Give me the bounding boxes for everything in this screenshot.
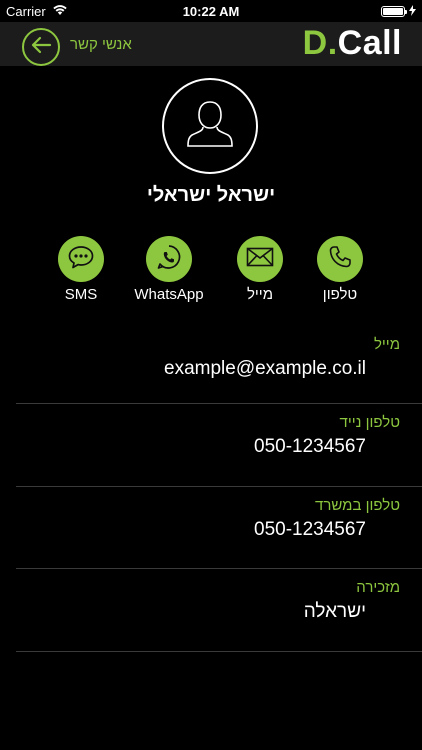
brand-logo: D.Call: [303, 24, 402, 63]
field-label: טלפון נייד: [339, 414, 401, 431]
field-mobile-phone[interactable]: טלפון נייד 050-1234567: [16, 414, 422, 474]
avatar: [162, 78, 258, 174]
status-time: 10:22 AM: [182, 4, 240, 19]
field-value[interactable]: 050-1234567: [254, 519, 366, 541]
status-right: [381, 4, 416, 19]
field-value[interactable]: example@example.co.il: [164, 358, 366, 380]
sms-icon: [67, 244, 95, 275]
divider: [16, 651, 422, 652]
field-email[interactable]: מייל example@example.co.il: [16, 336, 422, 396]
call-button[interactable]: [317, 236, 363, 282]
back-label[interactable]: אנשי קשר: [70, 36, 132, 53]
battery-icon: [381, 6, 407, 17]
whatsapp-action[interactable]: WhatsApp: [124, 236, 214, 303]
charging-icon: [409, 4, 416, 19]
mail-button[interactable]: [237, 236, 283, 282]
call-label: טלפון: [322, 286, 358, 303]
back-button[interactable]: [22, 28, 60, 66]
mail-icon: [246, 247, 274, 272]
sms-button[interactable]: [58, 236, 104, 282]
field-value[interactable]: ישראלה: [304, 601, 366, 623]
arrow-left-icon: [30, 36, 52, 59]
user-icon: [182, 96, 238, 157]
sms-action[interactable]: SMS: [36, 236, 126, 303]
field-office-phone[interactable]: טלפון במשרד 050-1234567: [16, 497, 422, 557]
action-row: טלפון מייל WhatsApp SMS: [0, 236, 422, 306]
brand-call: Call: [337, 24, 402, 62]
sms-label: SMS: [64, 286, 98, 303]
divider: [16, 403, 422, 404]
whatsapp-icon: [155, 243, 183, 276]
field-label: מייל: [373, 336, 400, 353]
divider: [16, 486, 422, 487]
status-bar: Carrier 10:22 AM: [0, 0, 422, 22]
phone-icon: [327, 244, 353, 275]
field-label: טלפון במשרד: [315, 497, 400, 514]
field-label: מזכירה: [356, 579, 400, 596]
mail-label: מייל: [246, 286, 274, 303]
whatsapp-button[interactable]: [146, 236, 192, 282]
divider: [16, 568, 422, 569]
field-secretary[interactable]: מזכירה ישראלה: [16, 579, 422, 639]
mail-action[interactable]: מייל: [215, 236, 305, 303]
whatsapp-label: WhatsApp: [134, 286, 204, 303]
contact-name: ישראל ישראלי: [146, 184, 276, 206]
call-action[interactable]: טלפון: [295, 236, 385, 303]
field-value[interactable]: 050-1234567: [254, 436, 366, 458]
app-header: אנשי קשר D.Call: [0, 22, 422, 66]
brand-d: D.: [302, 24, 338, 62]
